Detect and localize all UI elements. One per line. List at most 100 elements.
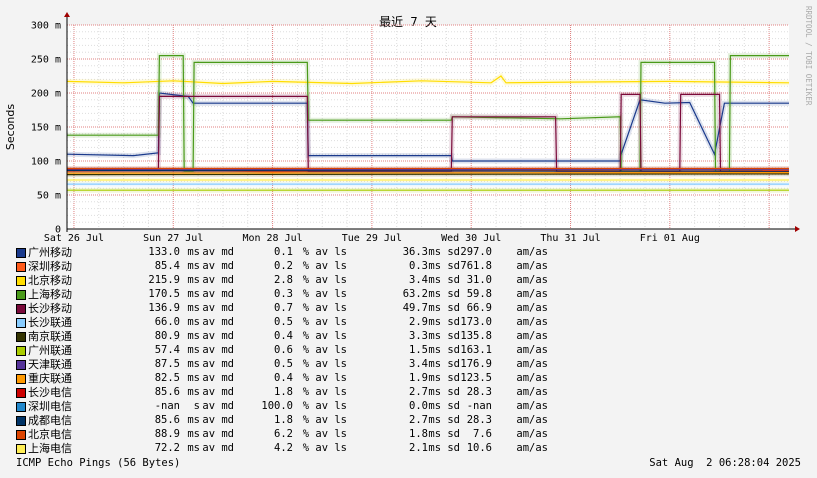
legend-avg: 136.9 — [148, 302, 180, 314]
legend-avg-tag: av md — [202, 330, 234, 342]
legend-avg-unit: ms — [187, 246, 200, 258]
legend-sd-tag: ms sd — [428, 442, 460, 454]
legend-avg-unit: ms — [187, 344, 200, 356]
legend-loss: 100.0 — [261, 400, 293, 412]
legend-row: 长沙移动 136.9 ms av md 0.7 % av ls 49.7 ms sd 66.9 a… — [16, 302, 576, 315]
legend-name: 深圳移动 — [28, 260, 72, 273]
legend-amas-tag: am/as — [516, 316, 548, 328]
legend-loss-tag: % av ls — [302, 386, 347, 398]
legend-avg-tag: av md — [202, 386, 234, 398]
legend-amas: 176.9 — [460, 358, 492, 370]
legend-amas-tag: am/as — [516, 386, 548, 398]
smokeping-graph: { "chart_data": { "type": "line", "title… — [0, 0, 817, 478]
x-tick-label: Thu 31 Jul — [540, 233, 600, 244]
legend-avg-unit: ms — [187, 302, 200, 314]
legend-sd: 3.4 — [409, 358, 428, 370]
legend-avg-tag: av md — [202, 344, 234, 356]
legend-loss-tag: % av ls — [302, 428, 347, 440]
legend-avg: 72.2 — [154, 442, 180, 454]
legend-avg-tag: av md — [202, 428, 234, 440]
legend-amas-tag: am/as — [516, 274, 548, 286]
legend-amas-tag: am/as — [516, 372, 548, 384]
legend-avg: 85.6 — [154, 386, 180, 398]
legend-avg-unit: s — [193, 400, 200, 412]
legend-name: 深圳电信 — [28, 400, 72, 413]
legend-amas-tag: am/as — [516, 246, 548, 258]
legend-loss: 0.7 — [274, 302, 293, 314]
legend-swatch — [16, 332, 26, 342]
legend-row: 南京联通 80.9 ms av md 0.4 % av ls 3.3 ms sd 135.8 am… — [16, 330, 576, 343]
legend-loss-tag: % av ls — [302, 246, 347, 258]
y-axis-label: Seconds — [4, 104, 17, 150]
x-tick-label: Fri 01 Aug — [640, 233, 700, 244]
y-tick-label: 150 m — [31, 123, 61, 134]
legend-swatch — [16, 262, 26, 272]
legend-avg: 82.5 — [154, 372, 180, 384]
legend-loss: 4.2 — [274, 442, 293, 454]
x-axis-arrow — [795, 226, 800, 232]
legend-avg-unit: ms — [187, 414, 200, 426]
legend-loss-tag: % av ls — [302, 288, 347, 300]
legend-name: 长沙移动 — [28, 302, 72, 315]
legend-avg-unit: ms — [187, 372, 200, 384]
legend-swatch — [16, 248, 26, 258]
chart-title: 最近 7 天 — [379, 15, 437, 29]
legend-sd-tag: ms sd — [428, 344, 460, 356]
legend-loss: 0.4 — [274, 330, 293, 342]
legend-loss: 0.1 — [274, 246, 293, 258]
legend-avg-tag: av md — [202, 442, 234, 454]
legend-loss: 2.8 — [274, 274, 293, 286]
legend-avg-tag: av md — [202, 260, 234, 272]
legend-avg: 170.5 — [148, 288, 180, 300]
legend-name: 长沙电信 — [28, 386, 72, 399]
legend-amas: 28.3 — [466, 414, 492, 426]
legend-sd: 2.7 — [409, 414, 428, 426]
legend-avg: 215.9 — [148, 274, 180, 286]
legend-avg: 133.0 — [148, 246, 180, 258]
legend-sd: 0.0 — [409, 400, 428, 412]
legend-amas: 66.9 — [466, 302, 492, 314]
legend-sd: 49.7 — [402, 302, 428, 314]
legend-sd-tag: ms sd — [428, 316, 460, 328]
legend-row: 深圳移动 85.4 ms av md 0.2 % av ls 0.3 ms sd 761.8 am… — [16, 260, 576, 273]
x-tick-labels: Sat 26 Jul Sun 27 Jul Mon 28 Jul Tue 29 Jul… — [44, 233, 700, 244]
legend-name: 成都电信 — [28, 414, 72, 427]
legend-avg-unit: ms — [187, 386, 200, 398]
legend-sd: 1.8 — [409, 428, 428, 440]
legend-sd-tag: ms sd — [428, 358, 460, 370]
legend-sd: 2.9 — [409, 316, 428, 328]
legend-avg-tag: av md — [202, 414, 234, 426]
legend-row: 上海电信 72.2 ms av md 4.2 % av ls 2.1 ms sd 10.6 am/… — [16, 442, 576, 455]
legend-sd: 1.5 — [409, 344, 428, 356]
legend-sd-tag: ms sd — [428, 246, 460, 258]
legend-sd-tag: ms sd — [428, 428, 460, 440]
legend-sd-tag: ms sd — [428, 386, 460, 398]
legend-loss: 0.6 — [274, 344, 293, 356]
legend-avg-unit: ms — [187, 260, 200, 272]
y-tick-label: 200 m — [31, 89, 61, 100]
legend-swatch — [16, 402, 26, 412]
legend-swatch — [16, 388, 26, 398]
legend-sd: 0.3 — [409, 260, 428, 272]
legend-name: 上海移动 — [28, 288, 72, 301]
legend-amas-tag: am/as — [516, 330, 548, 342]
y-tick-label: 100 m — [31, 157, 61, 168]
legend-avg-unit: ms — [187, 274, 200, 286]
legend-sd-tag: ms sd — [428, 372, 460, 384]
legend-amas-tag: am/as — [516, 414, 548, 426]
legend-swatch — [16, 430, 26, 440]
legend-avg-tag: av md — [202, 288, 234, 300]
legend-amas: -nan — [466, 400, 492, 412]
legend-row: 长沙电信 85.6 ms av md 1.8 % av ls 2.7 ms sd 28.3 am/… — [16, 386, 576, 399]
legend-sd: 2.7 — [409, 386, 428, 398]
legend-loss: 1.8 — [274, 414, 293, 426]
legend-avg: -nan — [154, 400, 180, 412]
footer-timestamp: Sat Aug 2 06:28:04 2025 — [649, 457, 801, 469]
legend-row: 上海移动 170.5 ms av md 0.3 % av ls 63.2 ms sd 59.8 a… — [16, 288, 576, 301]
legend-avg-unit: ms — [187, 428, 200, 440]
legend-amas: 28.3 — [466, 386, 492, 398]
legend-row: 重庆联通 82.5 ms av md 0.4 % av ls 1.9 ms sd 123.5 am… — [16, 372, 576, 385]
legend-loss-tag: % av ls — [302, 414, 347, 426]
legend-amas-tag: am/as — [516, 442, 548, 454]
legend-avg: 80.9 — [154, 330, 180, 342]
